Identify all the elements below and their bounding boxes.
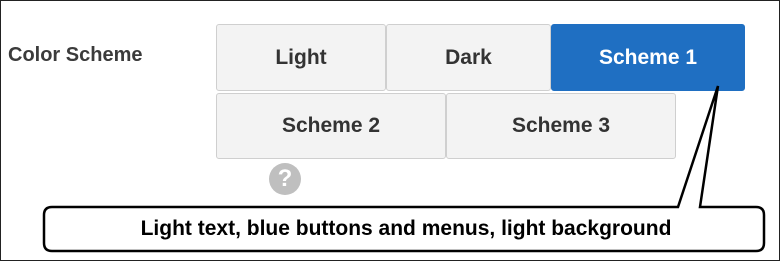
callout-text: Light text, blue buttons and menus, ligh… — [140, 217, 672, 240]
